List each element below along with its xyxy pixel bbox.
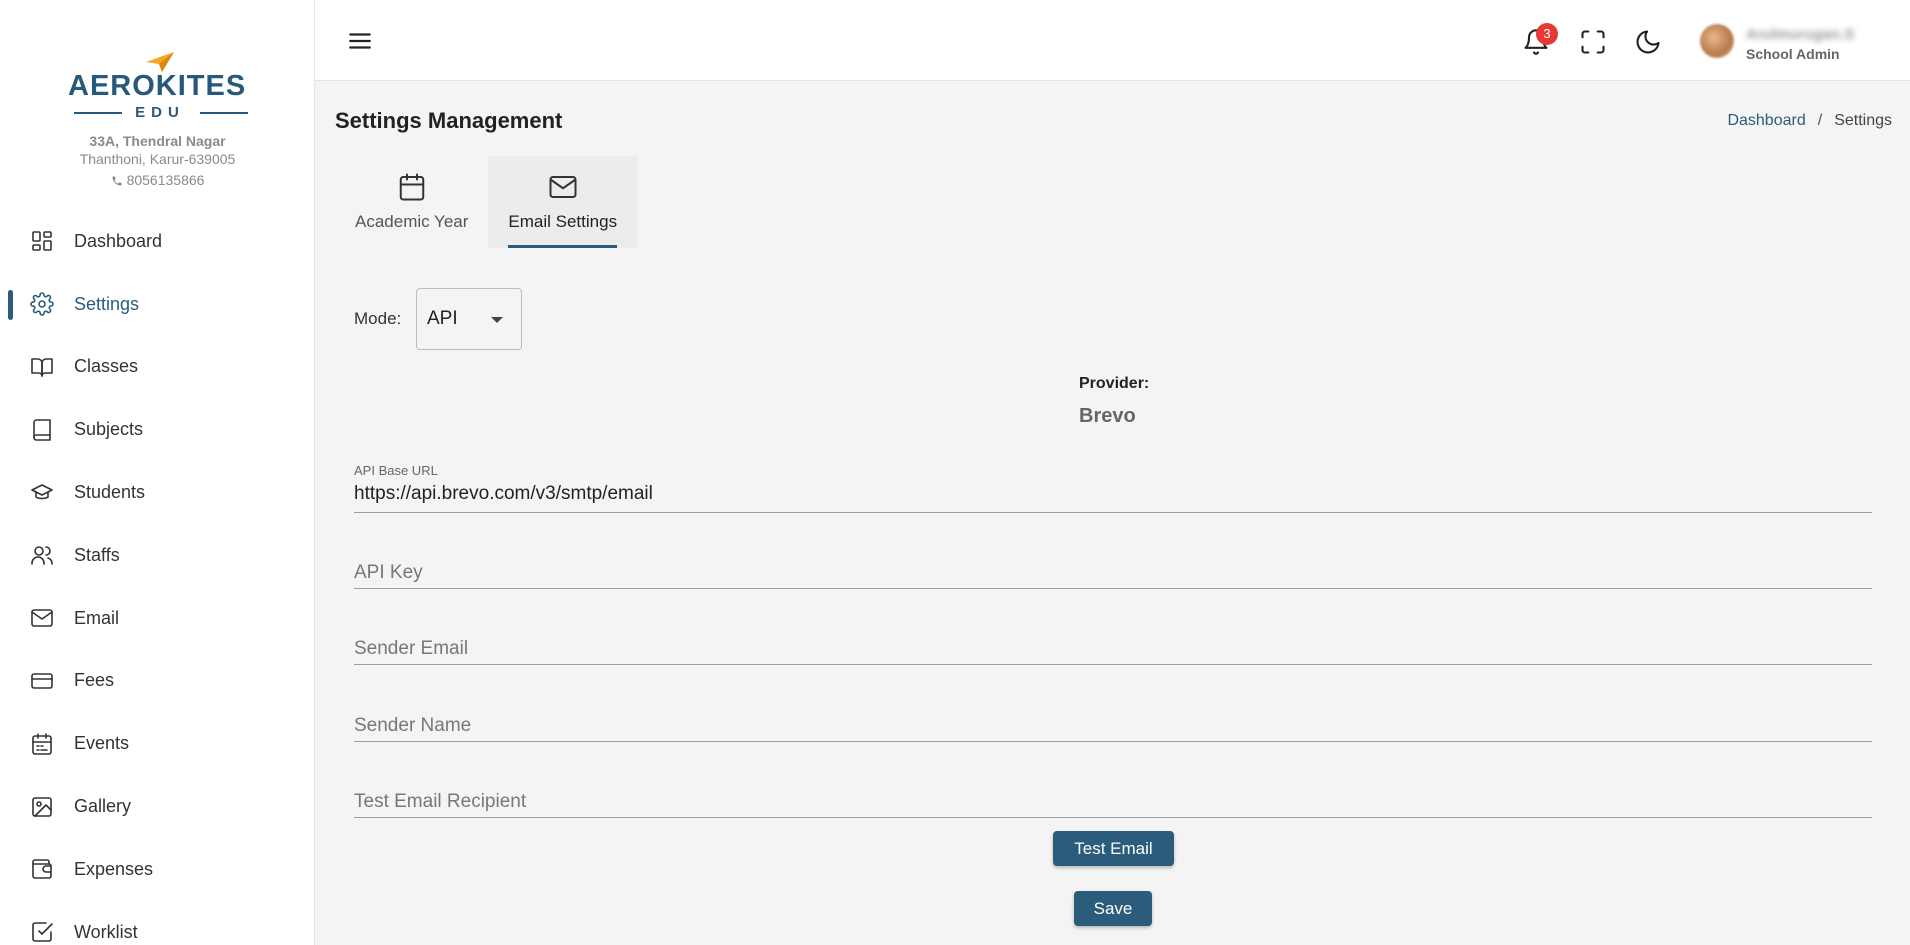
tab-label: Email Settings — [508, 212, 618, 231]
breadcrumb-separator: / — [1817, 112, 1823, 129]
breadcrumb-current: Settings — [1834, 112, 1892, 129]
api-base-url-field[interactable]: API Base URL https://api.brevo.com/v3/sm… — [354, 463, 1872, 513]
gear-icon — [30, 292, 54, 316]
brand-logo[interactable]: AEROKITES EDU — [60, 48, 260, 121]
sender-email-placeholder: Sender Email — [354, 638, 469, 659]
test-email-button[interactable]: Test Email — [1053, 831, 1174, 866]
phone-number: 8056135866 — [0, 172, 315, 188]
sidebar-item-label: Gallery — [74, 796, 132, 817]
sidebar-item-gallery[interactable]: Gallery — [0, 775, 315, 838]
sidebar-item-label: Subjects — [74, 419, 144, 440]
logo-divider-right — [200, 112, 248, 114]
sidebar-item-events[interactable]: Events — [0, 712, 315, 775]
sidebar-item-fees[interactable]: Fees — [0, 650, 315, 713]
tab-email-settings[interactable]: Email Settings — [488, 156, 638, 248]
api-base-url-value[interactable]: https://api.brevo.com/v3/smtp/email — [354, 483, 653, 505]
address-line-2: Thanthoni, Karur-639005 — [79, 151, 236, 167]
sidebar-item-label: Staffs — [74, 544, 120, 565]
sidebar-item-label: Fees — [74, 670, 115, 691]
provider-value: Brevo — [1079, 405, 1136, 427]
hamburger-menu-icon[interactable] — [347, 28, 373, 54]
avatar[interactable] — [1700, 24, 1734, 58]
save-button[interactable]: Save — [1074, 891, 1152, 926]
sidebar-item-label: Dashboard — [74, 230, 163, 251]
mail-icon — [30, 606, 54, 630]
test-email-recipient-placeholder: Test Email Recipient — [354, 791, 527, 812]
topbar — [315, 0, 1910, 81]
credit-card-icon — [30, 669, 54, 693]
sidebar-item-subjects[interactable]: Subjects — [0, 398, 315, 461]
image-icon — [30, 795, 54, 819]
dashboard-icon — [30, 229, 54, 253]
mode-select[interactable]: API — [416, 288, 522, 350]
calendar-icon — [399, 173, 424, 201]
fullscreen-icon[interactable] — [1579, 28, 1607, 56]
api-base-url-label: API Base URL — [354, 463, 438, 478]
mode-select-value: API — [427, 308, 458, 329]
test-email-recipient-field[interactable]: Test Email Recipient — [354, 757, 1872, 818]
sender-name-placeholder: Sender Name — [354, 715, 472, 736]
checkbox-icon — [30, 920, 54, 944]
open-book-icon — [30, 355, 54, 379]
phone-text: 8056135866 — [126, 172, 205, 188]
tab-label: Academic Year — [355, 212, 469, 231]
book-icon — [30, 418, 54, 442]
api-key-field[interactable]: API Key — [354, 528, 1872, 589]
graduation-cap-icon — [30, 481, 54, 505]
wallet-icon — [30, 857, 54, 881]
sidebar-item-label: Worklist — [74, 921, 138, 942]
tab-academic-year[interactable]: Academic Year — [335, 156, 488, 248]
address-line-1: 33A, Thendral Nagar — [89, 133, 226, 149]
sidebar: AEROKITES EDU 33A, Thendral Nagar Thanth… — [0, 0, 315, 945]
user-name[interactable]: Arulmurugan.S — [1746, 26, 1854, 43]
notification-badge: 3 — [1536, 23, 1558, 45]
mail-icon — [549, 176, 577, 198]
sidebar-item-students[interactable]: Students — [0, 461, 315, 524]
phone-icon — [112, 176, 122, 186]
brand-name: AEROKITES — [68, 70, 247, 102]
sidebar-item-expenses[interactable]: Expenses — [0, 838, 315, 901]
sidebar-item-worklist[interactable]: Worklist — [0, 901, 315, 945]
paper-plane-icon — [146, 52, 174, 72]
sidebar-item-staffs[interactable]: Staffs — [0, 524, 315, 587]
sidebar-item-dashboard[interactable]: Dashboard — [0, 210, 315, 273]
sidebar-item-label: Events — [74, 733, 130, 754]
page-title: Settings Management — [335, 108, 563, 133]
sender-name-field[interactable]: Sender Name — [354, 681, 1872, 742]
sidebar-item-label: Expenses — [74, 858, 154, 879]
sidebar-item-label: Classes — [74, 356, 139, 377]
mode-label: Mode: — [354, 309, 402, 328]
breadcrumb: Dashboard / Settings — [1727, 112, 1892, 130]
chevron-down-icon — [491, 317, 503, 323]
users-icon — [30, 543, 54, 567]
dark-mode-moon-icon[interactable] — [1634, 28, 1662, 56]
sidebar-item-settings[interactable]: Settings — [0, 273, 315, 336]
sidebar-nav: Dashboard Settings Classes Subjects Stud… — [0, 210, 315, 945]
sidebar-item-label: Settings — [74, 293, 140, 314]
api-key-placeholder: API Key — [354, 562, 423, 583]
sidebar-item-email[interactable]: Email — [0, 587, 315, 650]
settings-tabs: Academic Year Email Settings — [335, 156, 638, 248]
breadcrumb-dashboard-link[interactable]: Dashboard — [1727, 112, 1805, 129]
provider-label: Provider: — [1079, 375, 1150, 392]
sender-email-field[interactable]: Sender Email — [354, 604, 1872, 665]
calendar-icon — [30, 732, 54, 756]
user-role: School Admin — [1746, 46, 1840, 62]
sidebar-item-classes[interactable]: Classes — [0, 336, 315, 399]
sidebar-item-label: Email — [74, 607, 120, 628]
sidebar-item-label: Students — [74, 482, 146, 503]
